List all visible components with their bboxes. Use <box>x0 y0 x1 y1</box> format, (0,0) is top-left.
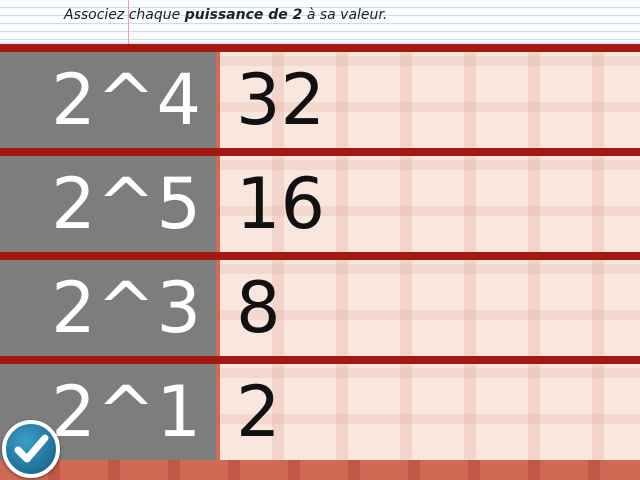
power-label: 2^4 <box>0 52 216 148</box>
divider <box>0 148 640 156</box>
instruction-text: Associez chaque puissance de 2 à sa vale… <box>64 7 388 23</box>
divider <box>0 356 640 364</box>
validate-button[interactable] <box>2 420 60 478</box>
match-row: 2^3 8 <box>0 260 640 356</box>
divider <box>0 252 640 260</box>
value-tile[interactable]: 16 <box>220 156 640 252</box>
power-label: 2^3 <box>0 260 216 356</box>
instruction-header: Associez chaque puissance de 2 à sa vale… <box>0 0 640 44</box>
power-label: 2^5 <box>0 156 216 252</box>
divider <box>0 44 640 52</box>
match-row: 2^4 32 <box>0 52 640 148</box>
value-tile[interactable]: 2 <box>220 364 640 460</box>
value-tile[interactable]: 32 <box>220 52 640 148</box>
checkmark-icon <box>14 434 49 463</box>
match-row: 2^5 16 <box>0 156 640 252</box>
instruction-emphasis: puissance de 2 <box>184 7 303 23</box>
value-tile[interactable]: 8 <box>220 260 640 356</box>
match-row: 2^1 2 <box>0 364 640 460</box>
